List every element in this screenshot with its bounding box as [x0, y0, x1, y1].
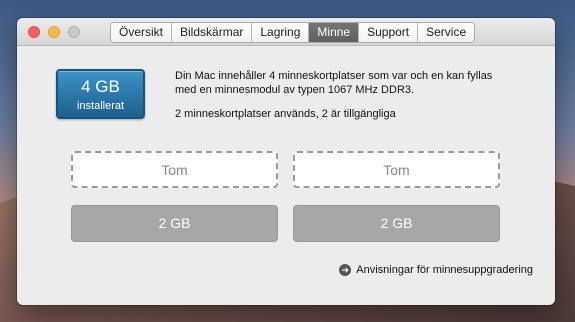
tab-bar: Översikt Bildskärmar Lagring Minne Suppo… [110, 22, 476, 43]
tab-storage[interactable]: Lagring [252, 23, 310, 42]
memory-slot-3: 2 GB [71, 205, 278, 242]
titlebar: Översikt Bildskärmar Lagring Minne Suppo… [17, 18, 555, 46]
zoom-button [68, 26, 80, 38]
upgrade-link-label: Anvisningar för minnesuppgradering [356, 264, 533, 276]
memory-size: 4 GB [81, 77, 120, 96]
memory-slot-4: 2 GB [293, 205, 500, 242]
memory-panel: 4 GB installerat Din Mac innehåller 4 mi… [17, 47, 555, 305]
memory-status: installerat [76, 100, 125, 112]
tab-service[interactable]: Service [418, 23, 475, 42]
tab-displays[interactable]: Bildskärmar [172, 23, 253, 42]
tab-support[interactable]: Support [359, 23, 419, 42]
minimize-button[interactable] [48, 26, 60, 38]
memory-description: Din Mac innehåller 4 minneskortplatser s… [175, 70, 493, 96]
tab-memory[interactable]: Minne [309, 23, 360, 42]
about-this-mac-window: Översikt Bildskärmar Lagring Minne Suppo… [17, 18, 555, 305]
close-button[interactable] [28, 26, 40, 38]
arrow-circle-icon: ➜ [339, 264, 352, 276]
memory-chip-icon: 4 GB installerat [56, 69, 145, 119]
tab-overview[interactable]: Översikt [111, 23, 173, 42]
memory-slot-2: Tom [293, 151, 500, 188]
memory-slot-1: Tom [71, 151, 278, 188]
slots-info: 2 minneskortplatser används, 2 är tillgä… [175, 108, 396, 120]
memory-upgrade-link[interactable]: ➜ Anvisningar för minnesuppgradering [339, 264, 533, 276]
